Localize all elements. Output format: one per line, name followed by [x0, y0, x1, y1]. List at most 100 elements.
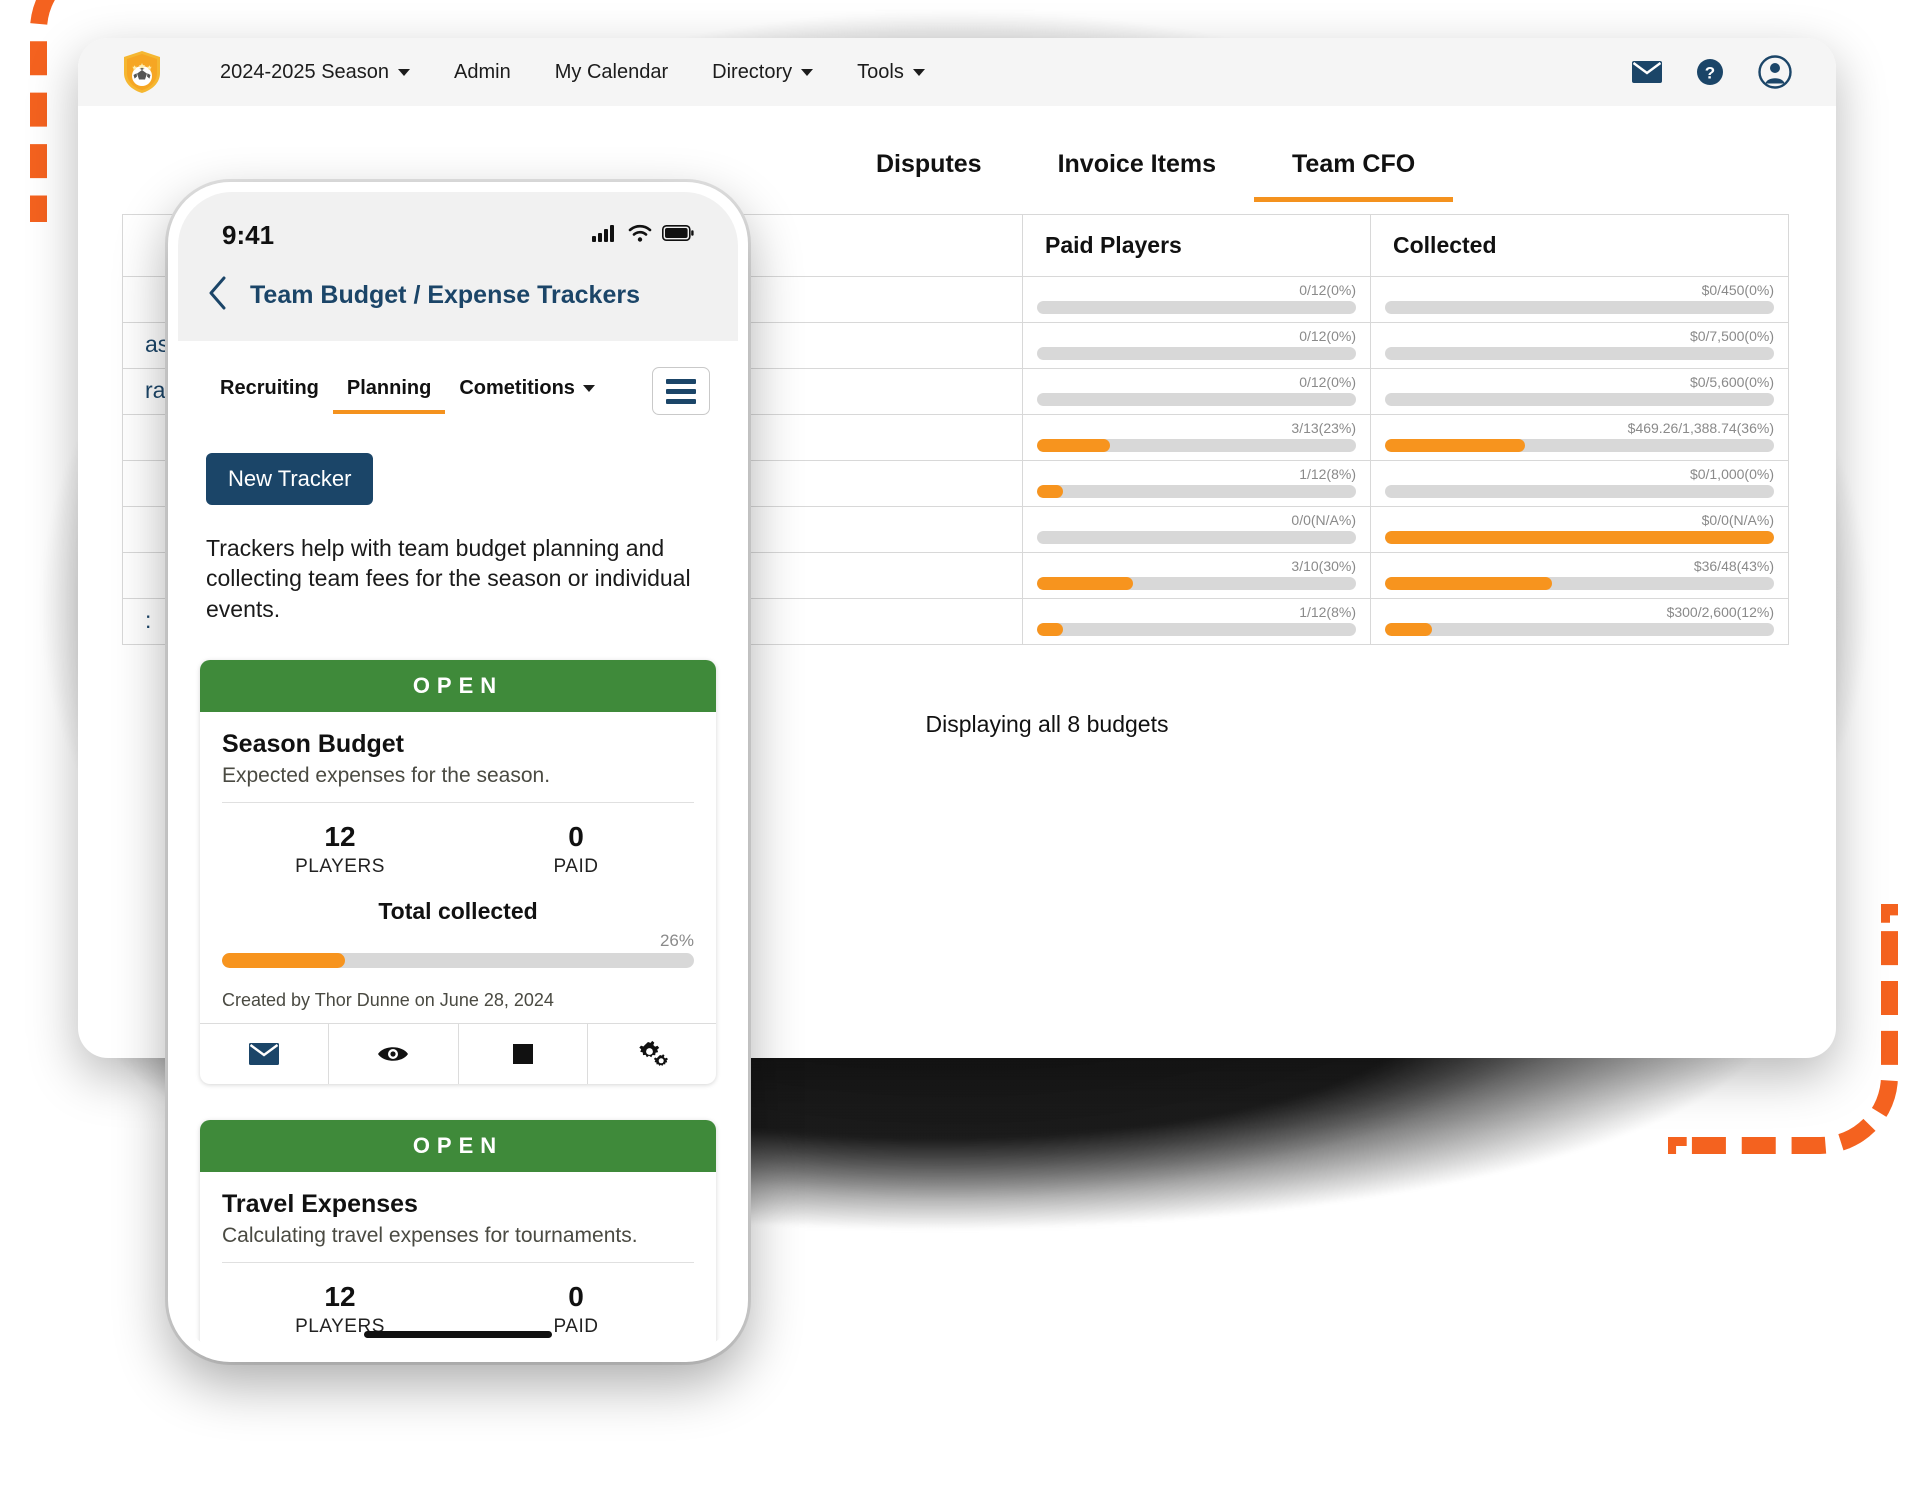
progress-bar — [1037, 347, 1356, 361]
nav-item-my-calendar[interactable]: My Calendar — [533, 61, 690, 84]
phone-tab-label: Cometitions — [459, 376, 575, 399]
tracker-actions — [200, 1023, 716, 1085]
metric-label: $0/0(N/A%) — [1701, 511, 1774, 528]
progress-bar — [1385, 623, 1774, 637]
progress-bar — [1385, 577, 1774, 591]
nav-item-label: My Calendar — [554, 60, 669, 83]
progress-bar — [1385, 393, 1774, 407]
metric-label: $0/5,600(0%) — [1689, 373, 1774, 390]
collected-cell: $0/7,500(0%) — [1370, 322, 1789, 369]
tab-team-cfo[interactable]: Team CFO — [1254, 150, 1454, 202]
tracker-percent-label: 26% — [659, 931, 694, 951]
eye-icon[interactable] — [329, 1024, 459, 1085]
user-avatar-icon[interactable] — [1758, 55, 1792, 89]
screenshot-stage: 2024-2025 Season Admin My Calendar Direc… — [0, 0, 1920, 1494]
phone-tab-cometitions[interactable]: Cometitions — [445, 377, 609, 414]
chevron-down-icon — [912, 68, 925, 76]
new-tracker-button[interactable]: New Tracker — [206, 453, 374, 505]
progress-fill — [1385, 577, 1553, 591]
tracker-paid-stat: 0 PAID — [458, 821, 694, 878]
progress-fill — [1385, 623, 1432, 637]
home-indicator — [364, 1331, 552, 1338]
status-time: 9:41 — [222, 219, 275, 250]
metric-label: $0/450(0%) — [1701, 281, 1774, 298]
phone-page-title: Team Budget / Expense Trackers — [250, 281, 640, 309]
tracker-paid-label: PAID — [553, 856, 599, 878]
metric-label: $469.26/1,388.74(36%) — [1627, 419, 1774, 436]
tracker-card-body: Travel Expenses Calculating travel expen… — [200, 1172, 716, 1352]
mail-icon[interactable] — [200, 1024, 330, 1085]
paid-players-cell: 0/0(N/A%) — [1022, 506, 1371, 553]
tab-invoice-items[interactable]: Invoice Items — [1020, 150, 1254, 202]
metric-label: 1/12(8%) — [1299, 465, 1356, 482]
nav-item-admin[interactable]: Admin — [432, 61, 533, 84]
shield-soccer-logo[interactable] — [122, 50, 162, 94]
chevron-down-icon — [801, 68, 814, 76]
progress-fill — [1385, 439, 1526, 453]
tracker-paid-stat: 0 PAID — [458, 1281, 694, 1338]
paid-players-cell: 1/12(8%) — [1022, 460, 1371, 507]
column-header-paid-players[interactable]: Paid Players — [1022, 214, 1371, 277]
metric-label: $36/48(43%) — [1693, 557, 1774, 574]
collected-cell: $0/5,600(0%) — [1370, 368, 1789, 415]
tracker-card-body: Season Budget Expected expenses for the … — [200, 712, 716, 969]
progress-bar — [1037, 531, 1356, 545]
progress-bar — [1385, 301, 1774, 315]
progress-bar — [1037, 577, 1356, 591]
tracker-card[interactable]: OPEN Travel Expenses Calculating travel … — [200, 1120, 716, 1352]
nav-item-season[interactable]: 2024-2025 Season — [198, 61, 432, 84]
phone-tab-label: Recruiting — [220, 376, 319, 399]
phone-tab-planning[interactable]: Planning — [332, 377, 446, 414]
phone-tab-recruiting[interactable]: Recruiting — [206, 377, 333, 414]
wifi-icon — [628, 224, 652, 247]
gears-icon[interactable] — [588, 1024, 716, 1084]
trackers-description: Trackers help with team budget planning … — [206, 535, 691, 622]
tracker-status-badge: OPEN — [200, 660, 716, 713]
phone-device: 9:41 Team Budget / Expense Trackers Recr… — [168, 182, 748, 1362]
progress-fill — [1037, 577, 1133, 591]
metric-label: 0/12(0%) — [1299, 373, 1356, 390]
svg-text:?: ? — [1705, 64, 1715, 83]
nav-item-directory[interactable]: Directory — [690, 61, 835, 84]
tracker-players-stat: 12 PLAYERS — [222, 821, 458, 878]
paid-players-cell: 3/10(30%) — [1022, 552, 1371, 599]
column-header-collected[interactable]: Collected — [1370, 214, 1789, 277]
progress-bar — [1385, 347, 1774, 361]
mail-icon[interactable] — [1632, 61, 1662, 83]
hamburger-menu-icon[interactable] — [652, 367, 710, 415]
progress-bar — [1037, 623, 1356, 637]
collected-cell: $0/450(0%) — [1370, 276, 1789, 323]
progress-bar — [1037, 301, 1356, 315]
metric-label: 0/12(0%) — [1299, 327, 1356, 344]
progress-bar — [1037, 485, 1356, 499]
progress-bar — [1385, 439, 1774, 453]
collected-cell: $0/0(N/A%) — [1370, 506, 1789, 553]
phone-screen: 9:41 Team Budget / Expense Trackers Recr… — [178, 192, 738, 1352]
paid-players-cell: 0/12(0%) — [1022, 276, 1371, 323]
stop-square-icon[interactable] — [459, 1024, 588, 1085]
chevron-down-icon — [398, 68, 411, 76]
progress-bar — [1385, 485, 1774, 499]
nav-item-tools[interactable]: Tools — [835, 61, 947, 84]
tracker-title: Travel Expenses — [222, 1190, 418, 1219]
tracker-paid-value: 0 — [568, 821, 584, 853]
phone-tab-bar: Recruiting Planning Cometitions — [178, 341, 738, 423]
back-chevron-icon[interactable] — [208, 276, 228, 315]
paid-players-cell: 1/12(8%) — [1022, 598, 1371, 645]
collected-cell: $469.26/1,388.74(36%) — [1370, 414, 1789, 461]
progress-bar — [1385, 531, 1774, 545]
metric-label: 0/0(N/A%) — [1291, 511, 1356, 528]
progress-fill — [1037, 623, 1063, 637]
progress-fill — [1385, 531, 1774, 545]
tracker-card[interactable]: OPEN Season Budget Expected expenses for… — [200, 660, 716, 1085]
help-icon[interactable]: ? — [1696, 58, 1724, 86]
paid-players-cell: 3/13(23%) — [1022, 414, 1371, 461]
chevron-down-icon — [582, 384, 595, 392]
tracker-title: Season Budget — [222, 730, 404, 759]
collected-cell: $36/48(43%) — [1370, 552, 1789, 599]
tab-disputes[interactable]: Disputes — [838, 150, 1020, 202]
metric-label: 0/12(0%) — [1299, 281, 1356, 298]
tracker-players-label: PLAYERS — [295, 856, 385, 878]
paid-players-cell: 0/12(0%) — [1022, 322, 1371, 369]
progress-bar — [1037, 393, 1356, 407]
